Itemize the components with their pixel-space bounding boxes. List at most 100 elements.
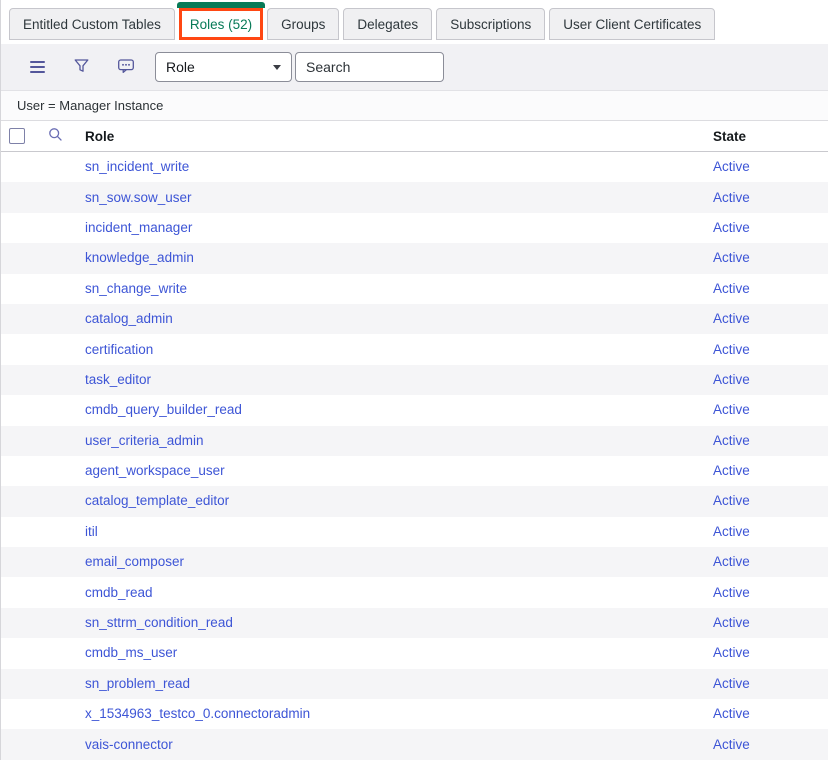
table-row: task_editor Active	[1, 365, 828, 395]
state-cell: Active	[713, 705, 828, 723]
state-cell: Active	[713, 462, 828, 480]
table-row: certification Active	[1, 334, 828, 364]
search-field-selector-value: Role	[166, 59, 195, 75]
role-link[interactable]: email_composer	[85, 554, 184, 569]
state-cell: Active	[713, 523, 828, 541]
column-header-role[interactable]: Role	[85, 129, 713, 144]
state-link[interactable]: Active	[713, 524, 750, 539]
list-menu-button[interactable]	[29, 59, 46, 75]
state-link[interactable]: Active	[713, 585, 750, 600]
tab-delegates[interactable]: Delegates	[343, 8, 432, 40]
role-link[interactable]: task_editor	[85, 372, 151, 387]
role-cell: cmdb_read	[85, 584, 713, 602]
column-search-icon[interactable]	[47, 126, 64, 146]
role-link[interactable]: vais-connector	[85, 737, 173, 752]
role-link[interactable]: x_1534963_testco_0.connectoradmin	[85, 706, 310, 721]
table-row: sn_sttrm_condition_read Active	[1, 608, 828, 638]
state-link[interactable]: Active	[713, 402, 750, 417]
state-link[interactable]: Active	[713, 190, 750, 205]
state-cell: Active	[713, 158, 828, 176]
chat-icon	[117, 58, 135, 77]
search-field-selector[interactable]: Role	[155, 52, 292, 82]
role-link[interactable]: catalog_template_editor	[85, 493, 229, 508]
state-cell: Active	[713, 249, 828, 267]
tab-label: Roles (52)	[190, 17, 252, 32]
tab-subscriptions[interactable]: Subscriptions	[436, 8, 545, 40]
state-link[interactable]: Active	[713, 311, 750, 326]
state-link[interactable]: Active	[713, 342, 750, 357]
role-cell: task_editor	[85, 371, 713, 389]
role-cell: user_criteria_admin	[85, 432, 713, 450]
filter-button[interactable]	[73, 59, 90, 75]
state-cell: Active	[713, 189, 828, 207]
active-tab-highlight-box: Roles (52)	[179, 8, 263, 40]
state-cell: Active	[713, 644, 828, 662]
state-link[interactable]: Active	[713, 706, 750, 721]
table-row: knowledge_admin Active	[1, 243, 828, 273]
state-link[interactable]: Active	[713, 281, 750, 296]
list-toolbar: Role	[1, 44, 828, 91]
role-link[interactable]: user_criteria_admin	[85, 433, 204, 448]
role-cell: vais-connector	[85, 736, 713, 754]
role-cell: cmdb_query_builder_read	[85, 401, 713, 419]
table-row: user_criteria_admin Active	[1, 426, 828, 456]
table-row: cmdb_read Active	[1, 577, 828, 607]
tab-user-client-certificates[interactable]: User Client Certificates	[549, 8, 715, 40]
role-link[interactable]: cmdb_query_builder_read	[85, 402, 242, 417]
chat-button[interactable]	[117, 59, 134, 75]
role-cell: incident_manager	[85, 219, 713, 237]
role-link[interactable]: sn_problem_read	[85, 676, 190, 691]
column-header-state[interactable]: State	[713, 129, 828, 144]
table-header-row: Role State	[1, 121, 828, 152]
state-cell: Active	[713, 614, 828, 632]
state-cell: Active	[713, 492, 828, 510]
state-link[interactable]: Active	[713, 159, 750, 174]
select-all-checkbox[interactable]	[9, 128, 25, 144]
state-link[interactable]: Active	[713, 220, 750, 235]
role-link[interactable]: sn_incident_write	[85, 159, 189, 174]
role-link[interactable]: cmdb_read	[85, 585, 153, 600]
role-link[interactable]: certification	[85, 342, 153, 357]
table-row: cmdb_ms_user Active	[1, 638, 828, 668]
state-cell: Active	[713, 371, 828, 389]
table-row: sn_incident_write Active	[1, 152, 828, 182]
tab-groups[interactable]: Groups	[267, 8, 339, 40]
role-cell: knowledge_admin	[85, 249, 713, 267]
header-search-cell	[41, 126, 85, 146]
role-link[interactable]: itil	[85, 524, 98, 539]
role-link[interactable]: incident_manager	[85, 220, 192, 235]
role-link[interactable]: sn_sttrm_condition_read	[85, 615, 233, 630]
state-cell: Active	[713, 341, 828, 359]
role-cell: sn_sttrm_condition_read	[85, 614, 713, 632]
role-cell: x_1534963_testco_0.connectoradmin	[85, 705, 713, 723]
state-link[interactable]: Active	[713, 676, 750, 691]
table-row: agent_workspace_user Active	[1, 456, 828, 486]
role-cell: certification	[85, 341, 713, 359]
state-link[interactable]: Active	[713, 433, 750, 448]
state-link[interactable]: Active	[713, 554, 750, 569]
state-link[interactable]: Active	[713, 463, 750, 478]
breadcrumb[interactable]: User = Manager Instance	[17, 98, 163, 113]
state-link[interactable]: Active	[713, 645, 750, 660]
tab-roles-active[interactable]: Roles (52)	[179, 2, 263, 40]
role-link[interactable]: catalog_admin	[85, 311, 173, 326]
state-link[interactable]: Active	[713, 372, 750, 387]
role-link[interactable]: sn_change_write	[85, 281, 187, 296]
tab-entitled-custom-tables[interactable]: Entitled Custom Tables	[9, 8, 175, 40]
state-cell: Active	[713, 310, 828, 328]
table-row: sn_sow.sow_user Active	[1, 182, 828, 212]
table-row: sn_problem_read Active	[1, 669, 828, 699]
state-link[interactable]: Active	[713, 250, 750, 265]
role-link[interactable]: agent_workspace_user	[85, 463, 225, 478]
search-input[interactable]	[295, 52, 444, 82]
role-link[interactable]: sn_sow.sow_user	[85, 190, 192, 205]
table-row: catalog_template_editor Active	[1, 486, 828, 516]
role-link[interactable]: cmdb_ms_user	[85, 645, 177, 660]
state-link[interactable]: Active	[713, 737, 750, 752]
tab-label: Groups	[281, 17, 325, 32]
role-link[interactable]: knowledge_admin	[85, 250, 194, 265]
state-link[interactable]: Active	[713, 493, 750, 508]
state-link[interactable]: Active	[713, 615, 750, 630]
role-cell: sn_change_write	[85, 280, 713, 298]
tab-label: Delegates	[357, 17, 418, 32]
